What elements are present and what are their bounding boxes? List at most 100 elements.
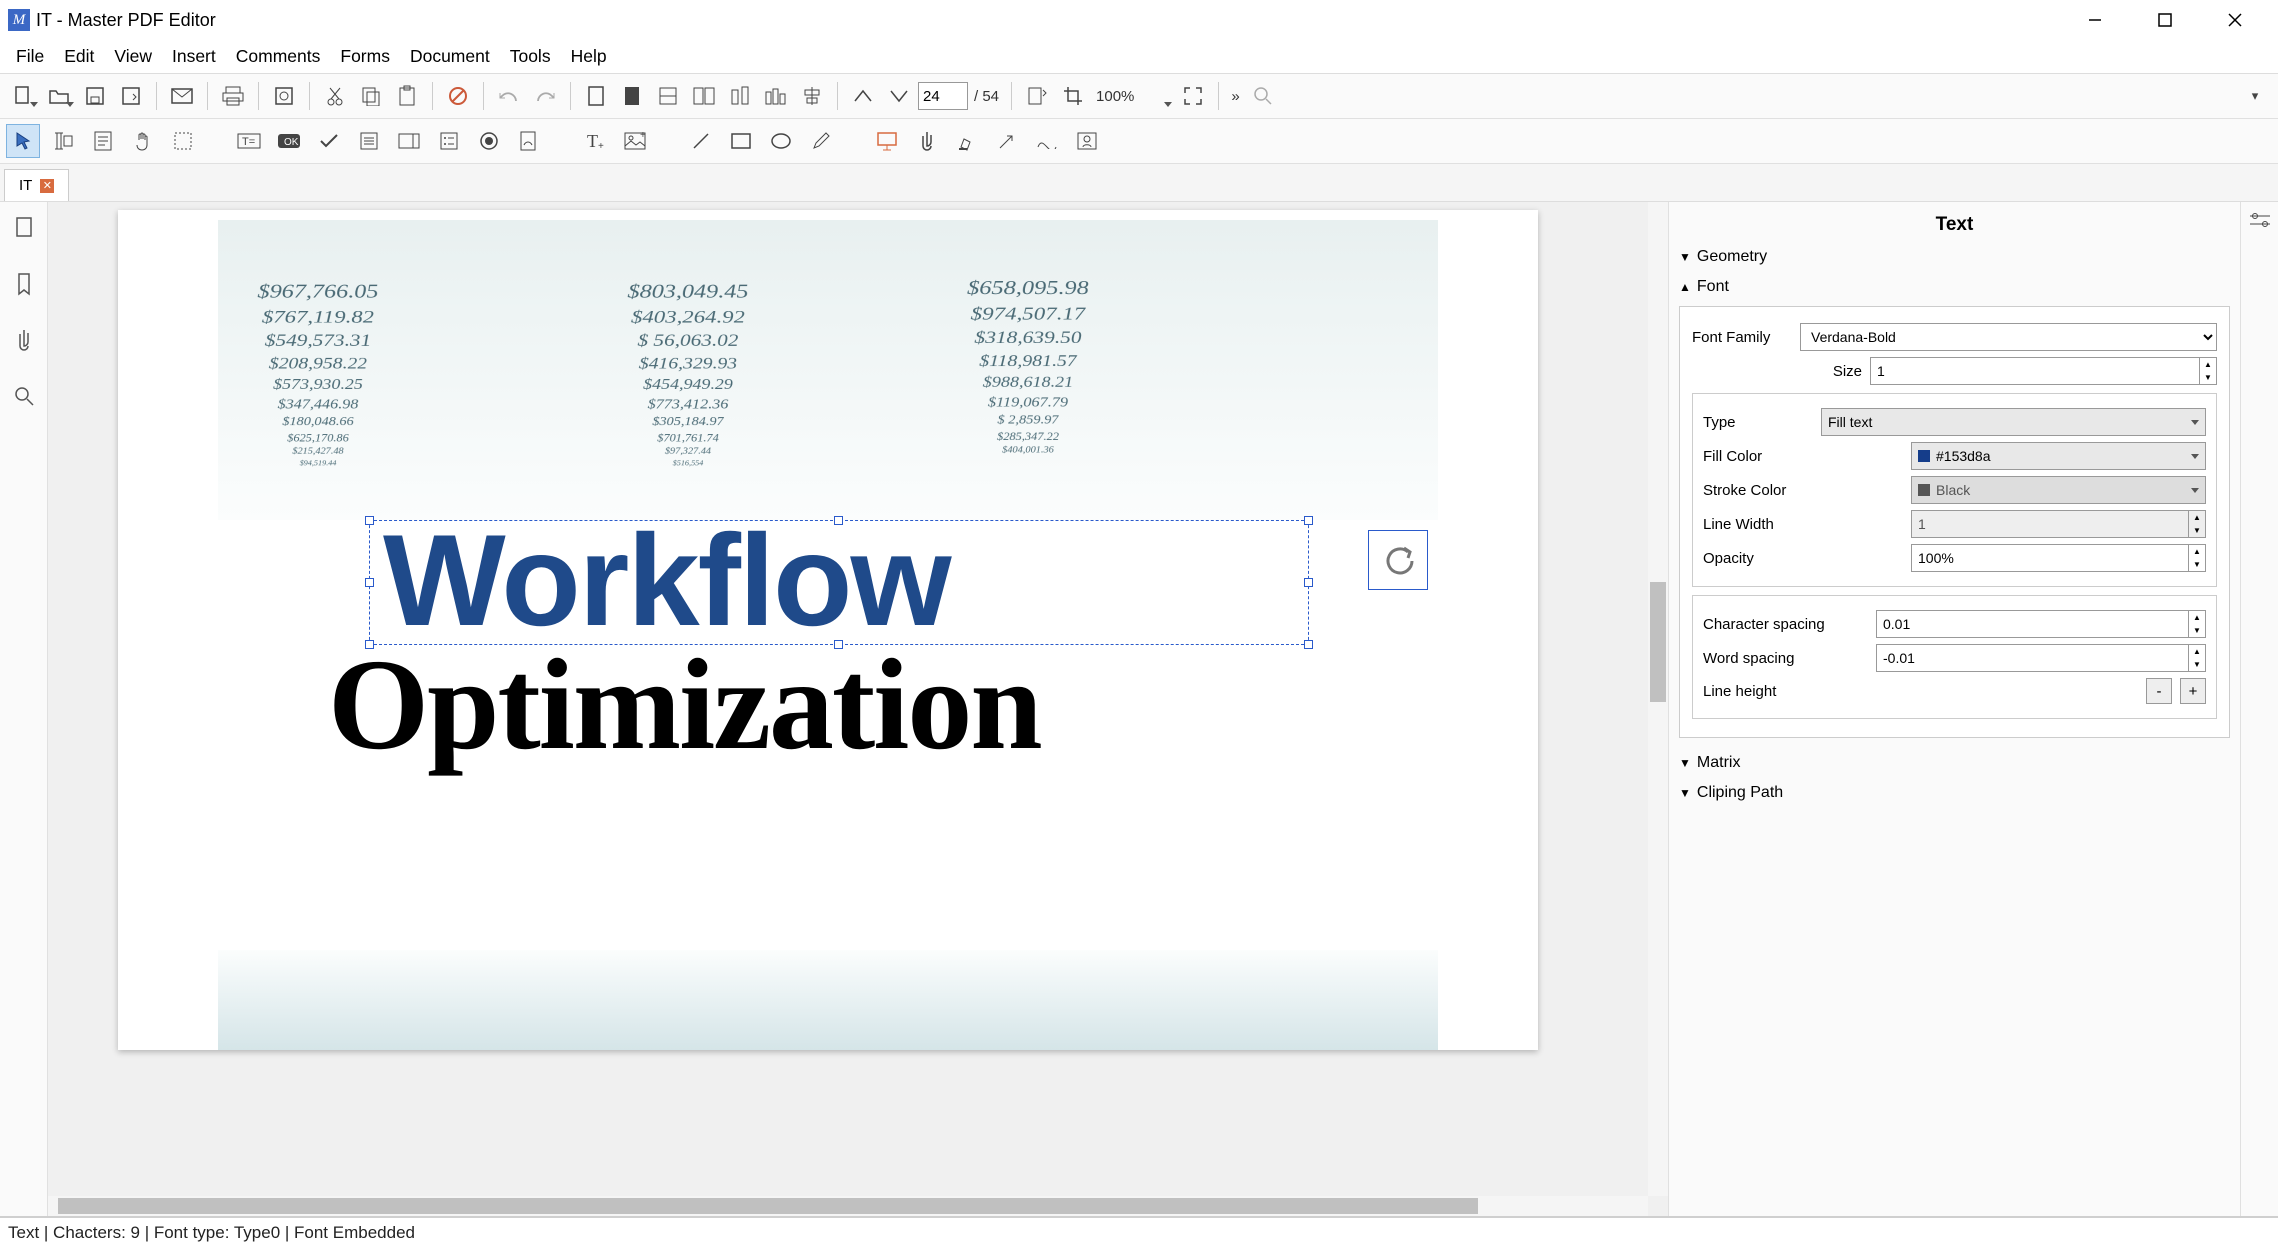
line-height-minus[interactable]: - [2146,678,2172,704]
ellipse-tool[interactable] [764,124,798,158]
crop-button[interactable] [1056,79,1090,113]
two-page-button[interactable] [687,79,721,113]
copy-button[interactable] [354,79,388,113]
actual-size-button[interactable] [615,79,649,113]
menu-view[interactable]: View [104,42,162,71]
prohibit-button[interactable] [441,79,475,113]
align-h-button[interactable] [795,79,829,113]
zoom-select-button[interactable] [1020,79,1054,113]
pencil-tool[interactable] [804,124,838,158]
link-area-tool[interactable] [870,124,904,158]
fit-page-button[interactable] [579,79,613,113]
menu-document[interactable]: Document [400,42,500,71]
size-input[interactable] [1871,358,2199,384]
font-section[interactable]: Font [1679,272,2230,302]
svg-text:OK: OK [284,137,299,148]
list-box-tool[interactable] [432,124,466,158]
document-tab[interactable]: IT ✕ [4,169,69,201]
undo-button[interactable] [492,79,526,113]
attachments-panel-button[interactable] [6,322,42,358]
scan-button[interactable] [267,79,301,113]
email-button[interactable] [165,79,199,113]
canvas[interactable]: $967,766.05$767,119.82$549,573.31$208,95… [48,202,1668,1216]
opacity-input[interactable] [1912,545,2188,571]
bookmarks-panel-button[interactable] [6,266,42,302]
print-button[interactable] [216,79,250,113]
checkbox-tool[interactable] [312,124,346,158]
type-select[interactable]: Fill text [1821,408,2206,436]
menu-file[interactable]: File [6,42,54,71]
menu-comments[interactable]: Comments [226,42,331,71]
prev-page-button[interactable] [846,79,880,113]
new-file-button[interactable] [6,79,40,113]
menu-tools[interactable]: Tools [500,42,561,71]
button-tool[interactable]: OK [272,124,306,158]
edit-form-tool[interactable] [86,124,120,158]
zoom-dropdown[interactable] [1140,79,1174,113]
list-tool[interactable] [352,124,386,158]
fill-color-picker[interactable]: #153d8a [1911,442,2206,470]
save-button[interactable] [78,79,112,113]
edit-text-tool[interactable] [46,124,80,158]
rotate-handle[interactable] [1368,530,1428,590]
combo-tool[interactable] [392,124,426,158]
menu-edit[interactable]: Edit [54,42,104,71]
char-spacing-input[interactable] [1877,611,2188,637]
signature-tool[interactable] [512,124,546,158]
open-file-button[interactable] [42,79,76,113]
cut-button[interactable] [318,79,352,113]
align-v-button[interactable] [723,79,757,113]
curve-tool[interactable] [1030,124,1064,158]
attachment-tool[interactable] [910,124,944,158]
radio-tool[interactable] [472,124,506,158]
save-as-button[interactable] [114,79,148,113]
arrow-tool[interactable] [990,124,1024,158]
tab-close-button[interactable]: ✕ [40,179,54,193]
svg-text:T: T [587,131,598,151]
menu-forms[interactable]: Forms [330,42,400,71]
distribute-button[interactable] [759,79,793,113]
document-tabs: IT ✕ [0,164,2278,202]
line-tool[interactable] [684,124,718,158]
highlight-tool[interactable] [950,124,984,158]
page-number-input[interactable] [918,82,968,110]
redo-button[interactable] [528,79,562,113]
text-field-tool[interactable]: T= [232,124,266,158]
rectangle-tool[interactable] [724,124,758,158]
line-height-plus[interactable]: + [2180,678,2206,704]
paste-button[interactable] [390,79,424,113]
toolbar-menu-button[interactable]: ▾ [2238,79,2272,113]
font-family-label: Font Family [1692,329,1792,346]
matrix-section[interactable]: Matrix [1679,748,2230,778]
selection-box[interactable] [369,520,1309,645]
close-button[interactable] [2200,2,2270,38]
menu-insert[interactable]: Insert [162,42,226,71]
toolbar-overflow[interactable]: » [1227,88,1243,105]
search-button[interactable] [1246,79,1280,113]
image-tool[interactable]: + [618,124,652,158]
stamp-tool[interactable] [1070,124,1104,158]
menu-help[interactable]: Help [561,42,617,71]
horizontal-scrollbar[interactable] [48,1196,1648,1216]
clipping-path-section[interactable]: Cliping Path [1679,778,2230,808]
search-panel-button[interactable] [6,378,42,414]
properties-panel: Text Geometry Font Font Family Verdana-B… [1668,202,2278,1216]
geometry-section[interactable]: Geometry [1679,242,2230,272]
next-page-button[interactable] [882,79,916,113]
text-tool[interactable]: T+ [578,124,612,158]
hand-tool[interactable] [126,124,160,158]
text-optimization[interactable]: Optimization [328,630,1041,780]
maximize-button[interactable] [2130,2,2200,38]
vertical-scrollbar[interactable] [1648,202,1668,1196]
minimize-button[interactable] [2060,2,2130,38]
pdf-page[interactable]: $967,766.05$767,119.82$549,573.31$208,95… [118,210,1538,1050]
fit-width-button[interactable] [651,79,685,113]
select-tool[interactable] [6,124,40,158]
fullscreen-button[interactable] [1176,79,1210,113]
titlebar: M IT - Master PDF Editor [0,0,2278,40]
selection-tool[interactable] [166,124,200,158]
pages-panel-button[interactable] [6,210,42,246]
word-spacing-input[interactable] [1877,645,2188,671]
panel-settings-icon[interactable] [2249,212,2271,228]
font-family-select[interactable]: Verdana-Bold [1800,323,2217,351]
